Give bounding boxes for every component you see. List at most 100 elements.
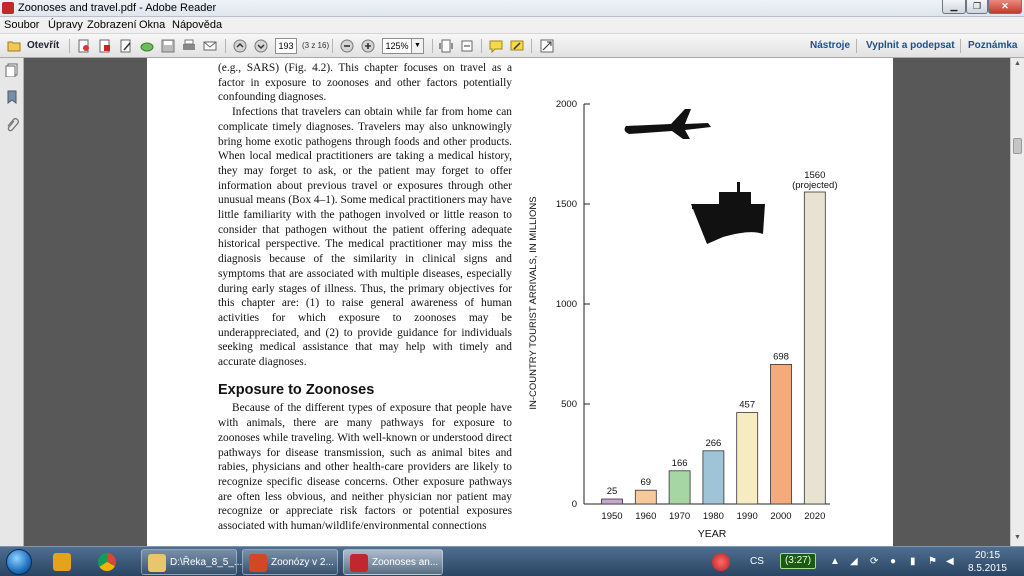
next-page-icon[interactable] <box>253 38 269 54</box>
comment-link[interactable]: Poznámka <box>968 40 1017 51</box>
scroll-up-icon[interactable]: ▲ <box>1011 58 1024 70</box>
menu-edit[interactable]: Úpravy <box>48 19 83 31</box>
skype-icon[interactable]: ● <box>890 556 896 567</box>
bar <box>803 191 826 505</box>
bar <box>770 363 792 505</box>
battery-icon[interactable]: ▮ <box>910 556 916 567</box>
bar-value-label: 69 <box>641 477 652 488</box>
full-screen-icon[interactable] <box>539 38 555 54</box>
bar <box>668 470 691 505</box>
y-tick-label: 1500 <box>556 199 577 210</box>
zoom-dropdown-icon[interactable]: ▼ <box>412 38 424 54</box>
menu-file[interactable]: Soubor <box>4 19 39 31</box>
scroll-down-icon[interactable]: ▼ <box>1011 532 1024 544</box>
menu-window[interactable]: Okna <box>139 19 165 31</box>
cloud-upload-icon[interactable] <box>139 38 155 54</box>
bar-annotation: (projected) <box>792 180 837 191</box>
fit-page-icon[interactable] <box>438 38 454 54</box>
taskbar-chrome[interactable] <box>92 549 130 575</box>
fill-sign-link[interactable]: Vyplnit a podepsat <box>866 40 955 51</box>
menu-view[interactable]: Zobrazení <box>87 19 137 31</box>
highlight-icon[interactable] <box>509 38 525 54</box>
clock-time[interactable]: 20:15 <box>975 550 1000 561</box>
bar-value-label: 266 <box>705 438 721 449</box>
toolbar-separator <box>332 39 333 53</box>
x-tick-label: 1980 <box>703 511 724 522</box>
network-icon[interactable]: ◢ <box>850 556 858 567</box>
paragraph: Infections that travelers can obtain whi… <box>218 106 512 369</box>
email-icon[interactable] <box>202 38 218 54</box>
clock-date[interactable]: 8.5.2015 <box>968 563 1007 574</box>
tools-link[interactable]: Nástroje <box>810 40 850 51</box>
powerpoint-icon <box>249 554 267 572</box>
flag-icon[interactable]: ⚑ <box>928 556 937 567</box>
tourist-arrivals-chart: IN-COUNTRY TOURIST ARRIVALS, IN MILLIONS… <box>528 99 838 540</box>
bar <box>601 498 623 505</box>
previous-page-icon[interactable] <box>232 38 248 54</box>
body-text: (e.g., SARS) (Fig. 4.2). This chapter fo… <box>218 61 512 534</box>
export-pdf-icon[interactable] <box>97 38 113 54</box>
folder-icon <box>148 554 166 572</box>
page-count: (3 z 16) <box>302 41 330 50</box>
y-tick-label: 2000 <box>556 99 577 110</box>
toolbar-separator <box>481 39 482 53</box>
start-button[interactable] <box>6 549 32 575</box>
document-page: (e.g., SARS) (Fig. 4.2). This chapter fo… <box>147 58 893 546</box>
edit-pdf-icon[interactable] <box>118 38 134 54</box>
y-tick-label: 500 <box>561 399 577 410</box>
task-label: D:\Řeka_8_5_... <box>170 557 243 568</box>
menu-bar: Soubor Úpravy Zobrazení Okna Nápověda <box>0 17 1024 34</box>
x-tick-label: 1950 <box>601 511 622 522</box>
close-button[interactable]: ✕ <box>988 0 1022 14</box>
toolbar-separator <box>531 39 532 53</box>
zoom-in-icon[interactable] <box>360 38 376 54</box>
ship-icon <box>691 182 765 244</box>
minimize-button[interactable]: ▁ <box>942 0 966 14</box>
save-icon[interactable] <box>160 38 176 54</box>
zoom-out-icon[interactable] <box>339 38 355 54</box>
open-button[interactable]: Otevřít <box>27 40 59 51</box>
toolbar-separator <box>69 39 70 53</box>
vertical-scrollbar[interactable]: ▲ ▼ <box>1010 58 1024 546</box>
show-hidden-icons[interactable]: ▲ <box>830 556 840 567</box>
toolbar-separator <box>856 39 857 53</box>
section-heading: Exposure to Zoonoses <box>218 381 375 398</box>
navigation-panel <box>0 58 24 546</box>
sync-icon[interactable]: ⟳ <box>870 556 878 567</box>
taskbar-powerpoint[interactable]: Zoonózy v 2... <box>242 549 338 575</box>
toolbar-separator <box>960 39 961 53</box>
zoom-level-input[interactable]: 125% <box>382 38 412 54</box>
print-icon[interactable] <box>181 38 197 54</box>
taskbar-outlook[interactable] <box>47 549 85 575</box>
taskbar-tray-app[interactable] <box>706 549 738 575</box>
volume-icon[interactable]: ◀ <box>946 556 954 567</box>
app-tray-icon <box>712 553 730 571</box>
page-number-input[interactable]: 193 <box>275 38 297 54</box>
taskbar: D:\Řeka_8_5_... Zoonózy v 2... Zoonoses … <box>0 546 1024 576</box>
menu-help[interactable]: Nápověda <box>172 19 222 31</box>
language-indicator[interactable]: CS <box>750 556 764 567</box>
taskbar-explorer[interactable]: D:\Řeka_8_5_... <box>141 549 242 575</box>
chrome-icon <box>98 553 116 571</box>
outlook-icon <box>53 553 71 571</box>
x-tick-label: 1970 <box>669 511 690 522</box>
battery-indicator[interactable]: (3:27) <box>780 553 816 569</box>
comment-icon[interactable] <box>488 38 504 54</box>
fit-width-icon[interactable] <box>459 38 475 54</box>
pages-thumbnail-icon[interactable] <box>5 63 19 77</box>
y-axis-label: IN-COUNTRY TOURIST ARRIVALS, IN MILLIONS <box>528 196 539 409</box>
scroll-thumb[interactable] <box>1013 138 1022 154</box>
create-pdf-icon[interactable] <box>76 38 92 54</box>
bar <box>702 450 725 505</box>
taskbar-adobe-reader[interactable]: Zoonoses an... <box>343 549 443 575</box>
title-bar: Zoonoses and travel.pdf - Adobe Reader ▁… <box>0 0 1024 17</box>
bar <box>736 412 759 505</box>
x-axis-label: YEAR <box>698 528 727 540</box>
window-title: Zoonoses and travel.pdf - Adobe Reader <box>18 2 217 14</box>
maximize-button[interactable]: ❐ <box>966 0 988 14</box>
bar-value-label: 457 <box>739 400 755 411</box>
bookmarks-icon[interactable] <box>5 90 19 104</box>
attachments-icon[interactable] <box>5 118 19 132</box>
bar-value-label: 166 <box>672 458 688 469</box>
open-folder-icon[interactable] <box>6 38 22 54</box>
